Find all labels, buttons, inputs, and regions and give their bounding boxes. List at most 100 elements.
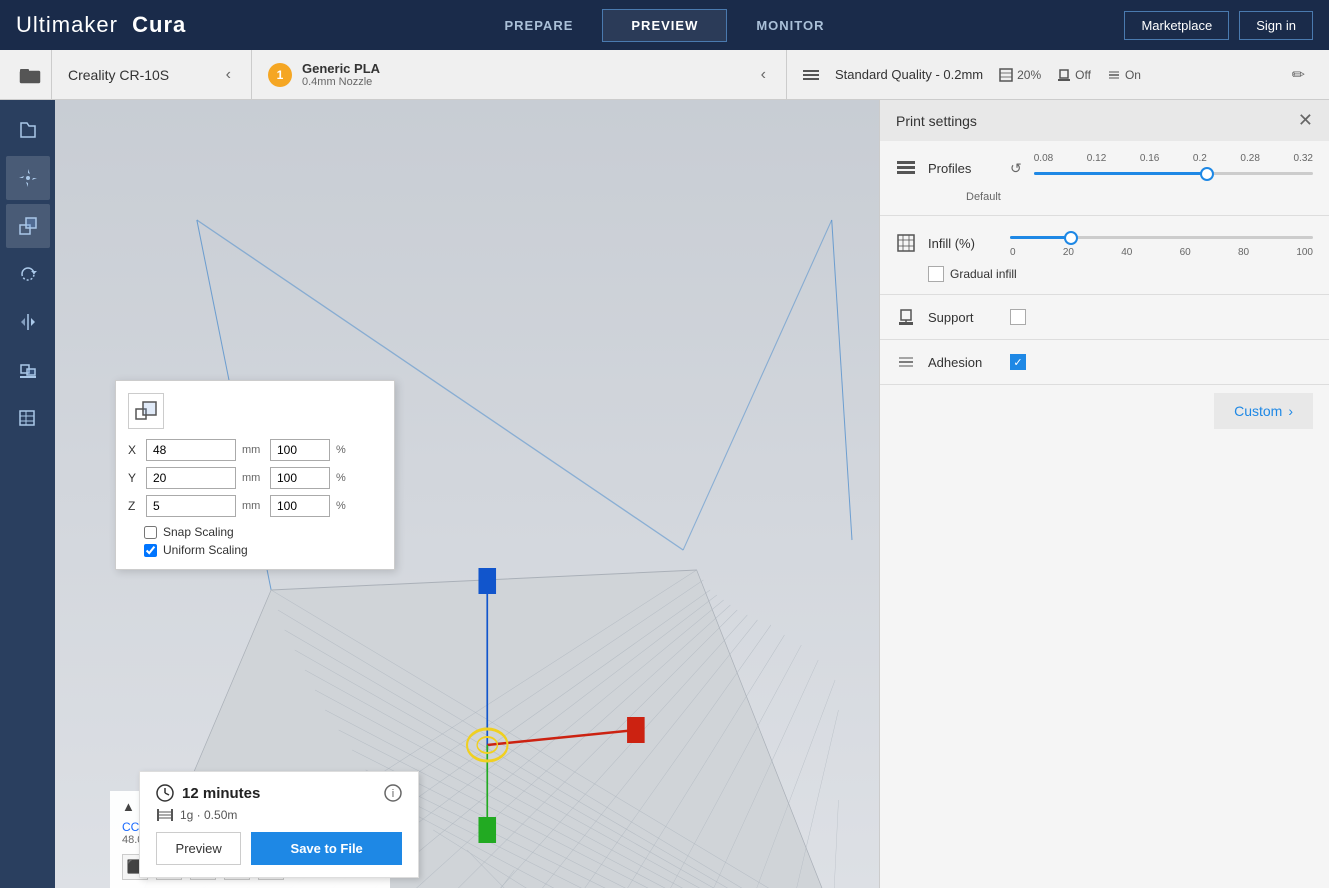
collapse-icon: ▲ (122, 799, 135, 814)
open-folder-button[interactable] (8, 50, 52, 100)
infill-tick-100: 100 (1296, 247, 1313, 258)
print-settings-title: Print settings (896, 113, 977, 129)
profiles-slider-track[interactable] (1034, 172, 1313, 175)
adhesion-icon (1107, 68, 1121, 82)
profiles-reset[interactable]: ↺ (1010, 160, 1022, 177)
open-file-tool[interactable] (6, 108, 50, 152)
tick-02: 0.2 (1193, 153, 1207, 164)
scale-y-row: Y mm % (128, 467, 382, 489)
profiles-section: Profiles ↺ 0.08 0.12 0.16 0.2 0.28 0.32 (880, 141, 1329, 216)
marketplace-button[interactable]: Marketplace (1124, 11, 1229, 40)
time-panel: 12 minutes i 1g · 0.50m Preview (139, 771, 419, 878)
svg-text:i: i (392, 788, 394, 800)
y-value-input[interactable] (146, 467, 236, 489)
filament-icon (156, 808, 174, 822)
profiles-slider-thumb[interactable] (1200, 167, 1214, 181)
infill-slider-thumb[interactable] (1064, 231, 1078, 245)
y-pct-input[interactable] (270, 467, 330, 489)
infill-tick-40: 40 (1121, 247, 1132, 258)
preview-button[interactable]: Preview (156, 832, 241, 865)
print-settings-header: Print settings ✕ (880, 100, 1329, 141)
tick-008: 0.08 (1034, 153, 1053, 164)
infill-ticks: 0 20 40 60 80 100 (1010, 247, 1313, 258)
infill-tick-0: 0 (1010, 247, 1016, 258)
adhesion-row: Adhesion ✓ (896, 352, 1313, 372)
custom-label: Custom (1234, 403, 1282, 419)
move-tool[interactable] (6, 156, 50, 200)
infill-slider-track[interactable] (1010, 236, 1313, 239)
uniform-scaling-checkbox[interactable] (144, 544, 157, 557)
tab-prepare[interactable]: PREPARE (475, 9, 602, 42)
material-section: 1 Generic PLA 0.4mm Nozzle ‹ (252, 50, 787, 100)
adhesion-icon-item: On (1107, 68, 1141, 82)
time-actions: Preview Save to File (156, 832, 402, 865)
z-pct-input[interactable] (270, 495, 330, 517)
main-area: X mm % Y mm % Z mm % (0, 100, 1329, 888)
tab-preview[interactable]: PREVIEW (602, 9, 727, 42)
left-sidebar (0, 100, 55, 888)
scale-z-row: Z mm % (128, 495, 382, 517)
tick-028: 0.28 (1240, 153, 1259, 164)
logo-light: Ultimaker (16, 12, 118, 37)
infill-settings-icon (896, 233, 916, 253)
profiles-label: Profiles (928, 161, 998, 176)
infill-icon-item: 20% (999, 68, 1041, 82)
custom-section: Custom › (880, 385, 1329, 445)
rotate-tool[interactable] (6, 252, 50, 296)
material-info: Generic PLA 0.4mm Nozzle (302, 61, 747, 88)
print-settings-panel: Print settings ✕ Profiles ↺ 0.08 (879, 100, 1329, 888)
infill-pct: 20% (1017, 68, 1041, 82)
scale-popup: X mm % Y mm % Z mm % (115, 380, 395, 570)
app-logo: Ultimaker Cura (16, 12, 186, 38)
per-model-settings-tool[interactable] (6, 396, 50, 440)
adhesion-checkbox[interactable]: ✓ (1010, 354, 1026, 370)
x-unit: mm (242, 444, 264, 456)
infill-slider-container: 0 20 40 60 80 100 (1010, 228, 1313, 258)
x-value-input[interactable] (146, 439, 236, 461)
support-status: Off (1075, 68, 1091, 82)
signin-button[interactable]: Sign in (1239, 11, 1313, 40)
gradual-infill-label: Gradual infill (950, 267, 1017, 281)
x-pct-symbol: % (336, 444, 346, 456)
custom-chevron: › (1288, 403, 1293, 419)
clock-icon (156, 784, 174, 802)
time-value: 12 minutes (156, 784, 260, 802)
time-header: 12 minutes i (156, 784, 402, 802)
material-chevron[interactable]: ‹ (757, 66, 770, 84)
printer-chevron[interactable]: ‹ (222, 66, 235, 84)
uniform-scaling-option[interactable]: Uniform Scaling (144, 543, 382, 557)
profiles-ticks: 0.08 0.12 0.16 0.2 0.28 0.32 (1034, 153, 1313, 164)
x-pct-input[interactable] (270, 439, 330, 461)
infill-slider-fill (1010, 236, 1071, 239)
tab-monitor[interactable]: MONITOR (727, 9, 853, 42)
profiles-slider-container: 0.08 0.12 0.16 0.2 0.28 0.32 (1034, 153, 1313, 183)
infill-section: Infill (%) 0 20 40 60 80 100 (880, 216, 1329, 295)
print-settings-close[interactable]: ✕ (1298, 110, 1313, 131)
infill-tick-80: 80 (1238, 247, 1249, 258)
adhesion-section-label: Adhesion (928, 355, 998, 370)
gradual-infill-checkbox[interactable] (928, 266, 944, 282)
snap-scaling-checkbox[interactable] (144, 526, 157, 539)
infill-tick-20: 20 (1063, 247, 1074, 258)
logo-bold: Cura (132, 12, 186, 37)
support-checkbox[interactable] (1010, 309, 1026, 325)
edit-quality-button[interactable]: ✏ (1292, 65, 1305, 85)
scale-tool[interactable] (6, 204, 50, 248)
support-row: Support (896, 307, 1313, 327)
quality-label: Standard Quality - 0.2mm (835, 67, 983, 82)
viewport[interactable]: X mm % Y mm % Z mm % (55, 100, 879, 888)
snap-scaling-option[interactable]: Snap Scaling (144, 525, 382, 539)
snap-scaling-label: Snap Scaling (163, 525, 234, 539)
mirror-tool[interactable] (6, 300, 50, 344)
custom-button[interactable]: Custom › (1214, 393, 1313, 429)
top-bar: Ultimaker Cura PREPARE PREVIEW MONITOR M… (0, 0, 1329, 50)
printer-section: Creality CR-10S ‹ (52, 50, 252, 100)
support-blocker-tool[interactable] (6, 348, 50, 392)
z-value-input[interactable] (146, 495, 236, 517)
info-icon[interactable]: i (384, 784, 402, 802)
quality-section: Standard Quality - 0.2mm 20% Off (787, 50, 1321, 100)
save-to-file-button[interactable]: Save to File (251, 832, 402, 865)
nav-tabs: PREPARE PREVIEW MONITOR (475, 9, 853, 42)
material-name: Generic PLA (302, 61, 747, 76)
top-right-actions: Marketplace Sign in (1124, 11, 1313, 40)
